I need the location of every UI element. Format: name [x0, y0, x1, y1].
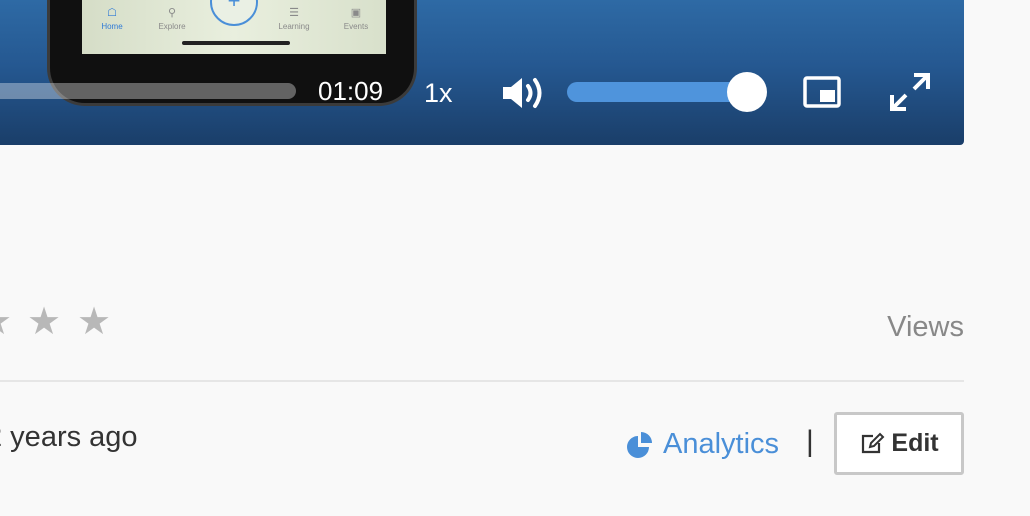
- progress-scrubber[interactable]: [0, 83, 296, 99]
- rating-star[interactable]: ★: [27, 302, 61, 342]
- views-label: Views: [887, 311, 964, 343]
- app-nav-events: ▣ Events: [326, 7, 386, 32]
- edit-label: Edit: [891, 429, 939, 457]
- app-bottom-nav: ☖ Home ⚲ Explore + ☰ Learning ▣ Events: [82, 0, 386, 32]
- calendar-icon: ▣: [350, 7, 362, 19]
- volume-slider-track[interactable]: [567, 82, 747, 102]
- home-indicator: [182, 41, 290, 45]
- rating-star[interactable]: ★: [77, 302, 111, 342]
- analytics-label: Analytics: [663, 427, 780, 460]
- app-nav-label: Learning: [278, 22, 310, 31]
- divider: [0, 380, 964, 382]
- app-add-button: +: [210, 0, 258, 26]
- upload-date: 2 years ago: [0, 421, 138, 453]
- picture-in-picture-icon[interactable]: [802, 75, 842, 109]
- edit-button[interactable]: Edit: [834, 412, 964, 475]
- search-icon: ⚲: [167, 7, 177, 19]
- volume-icon[interactable]: [500, 74, 548, 112]
- app-nav-label: Explore: [158, 22, 186, 31]
- pie-chart-icon: [627, 432, 652, 458]
- app-nav-explore: ⚲ Explore: [142, 7, 202, 32]
- separator: |: [806, 425, 814, 458]
- video-player[interactable]: ☖ Home ⚲ Explore + ☰ Learning ▣ Events 0…: [0, 0, 964, 145]
- volume-slider-thumb[interactable]: [727, 72, 767, 112]
- rating-star[interactable]: ★: [0, 302, 12, 342]
- analytics-link[interactable]: Analytics: [625, 426, 779, 462]
- edit-icon: [862, 432, 885, 453]
- app-nav-learning: ☰ Learning: [264, 7, 324, 32]
- playback-speed-button[interactable]: 1x: [424, 78, 453, 109]
- app-nav-label: Home: [101, 22, 123, 31]
- home-icon: ☖: [107, 7, 117, 19]
- current-time: 01:09: [318, 76, 384, 106]
- phone-screen: ☖ Home ⚲ Explore + ☰ Learning ▣ Events: [82, 0, 386, 54]
- app-nav-label: Events: [343, 22, 369, 31]
- stack-icon: ☰: [289, 7, 299, 19]
- app-nav-home: ☖ Home: [82, 7, 142, 32]
- fullscreen-icon[interactable]: [889, 72, 931, 112]
